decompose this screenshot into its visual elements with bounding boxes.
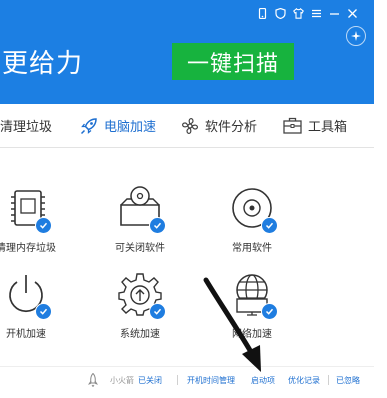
tile-clean-memory-label: 清理内存垃圾: [0, 243, 56, 254]
tab-clean-junk-label: 清理垃圾: [0, 120, 53, 135]
speedup-feature-grid: 清理内存垃圾 可关闭软件 常用软件 开机加速 系统加速 网络加速: [0, 148, 374, 366]
optimize-log-link[interactable]: 优化记录: [288, 375, 320, 386]
check-badge-icon: [261, 217, 278, 234]
window-controls: [257, 8, 358, 19]
check-badge-icon: [261, 303, 278, 320]
tile-system-speedup-label: 系统加速: [120, 329, 160, 340]
rocket-icon: [80, 117, 97, 134]
tile-boot-speedup-label: 开机加速: [6, 329, 46, 340]
xiaohuojian-label: 小火箭: [110, 376, 134, 385]
tab-clean-junk[interactable]: 清理垃圾: [0, 104, 52, 147]
close-icon[interactable]: [347, 8, 358, 19]
top-banner: 更给力 一键扫描: [0, 0, 374, 104]
check-badge-icon: [35, 217, 52, 234]
bottom-status-bar: 小火箭 已关闭 开机时间管理 启动项 优化记录 已忽略: [0, 366, 374, 395]
skin-sparkle-icon[interactable]: [346, 26, 366, 46]
tile-common-software[interactable]: 常用软件: [209, 185, 295, 254]
tile-closable-software[interactable]: 可关闭软件: [97, 185, 183, 254]
tile-network-speedup[interactable]: 网络加速: [209, 271, 295, 340]
menu-icon[interactable]: [311, 8, 322, 19]
banner-tagline: 更给力: [2, 49, 84, 79]
xiaohuojian-status-link[interactable]: 已关闭: [138, 375, 162, 386]
tile-common-software-label: 常用软件: [232, 243, 272, 254]
tab-pc-speedup[interactable]: 电脑加速: [80, 104, 156, 147]
tab-software-analysis-label: 软件分析: [205, 120, 258, 135]
check-badge-icon: [149, 303, 166, 320]
one-click-scan-button[interactable]: 一键扫描: [172, 43, 294, 80]
tab-pc-speedup-label: 电脑加速: [104, 120, 157, 135]
shirt-icon[interactable]: [293, 8, 304, 19]
small-rocket-icon[interactable]: [88, 373, 98, 387]
tile-boot-speedup[interactable]: 开机加速: [0, 271, 69, 340]
main-tab-bar: 清理垃圾 电脑加速 软件分析 工具箱: [0, 104, 374, 148]
tab-toolbox[interactable]: 工具箱: [283, 104, 347, 147]
tab-toolbox-label: 工具箱: [308, 120, 348, 135]
tab-software-analysis[interactable]: 软件分析: [181, 104, 257, 147]
tile-system-speedup[interactable]: 系统加速: [97, 271, 183, 340]
check-badge-icon: [35, 303, 52, 320]
window-right-edge: [374, 0, 387, 398]
startup-items-link[interactable]: 启动项: [251, 375, 275, 386]
status-divider: [177, 375, 178, 385]
tile-clean-memory[interactable]: 清理内存垃圾: [0, 185, 69, 254]
minimize-icon[interactable]: [329, 8, 340, 19]
shield-icon[interactable]: [275, 8, 286, 19]
phone-icon[interactable]: [257, 8, 268, 19]
check-badge-icon: [149, 217, 166, 234]
status-divider: [328, 375, 329, 385]
fan-icon: [182, 117, 198, 134]
boot-time-manager-link[interactable]: 开机时间管理: [187, 375, 235, 386]
tile-network-speedup-label: 网络加速: [232, 329, 272, 340]
toolbox-icon: [283, 117, 302, 134]
tile-closable-software-label: 可关闭软件: [115, 243, 165, 254]
ignored-items-link[interactable]: 已忽略: [336, 375, 360, 386]
